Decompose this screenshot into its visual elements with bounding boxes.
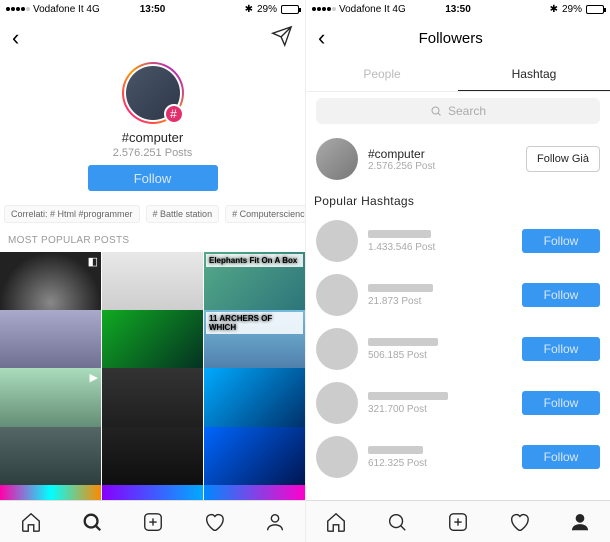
tab-people[interactable]: People	[306, 58, 458, 91]
nav-bar	[0, 500, 305, 542]
phone-right: Vodafone It 4G 13:50 ✱ 29% ‹ Followers P…	[305, 0, 610, 542]
nav-profile-icon[interactable]	[263, 510, 287, 534]
nav-bar	[306, 500, 610, 542]
tab-hashtag[interactable]: Hashtag	[458, 58, 610, 91]
status-bar: Vodafone It 4G 13:50 ✱ 29%	[0, 0, 305, 18]
page-title: Followers	[325, 30, 576, 47]
hashtag-name-redacted	[368, 338, 438, 346]
nav-search-icon[interactable]	[80, 510, 104, 534]
clock: 13:50	[445, 4, 471, 15]
hashtag-row: 612.325 Post Follow	[306, 430, 610, 484]
avatar[interactable]	[316, 436, 358, 478]
status-bar: Vodafone It 4G 13:50 ✱ 29%	[306, 0, 610, 18]
nav-profile-icon[interactable]	[568, 510, 592, 534]
hashtag-post-count: 321.700 Post	[368, 404, 512, 415]
section-label: MOST POPULAR POSTS	[0, 229, 305, 252]
avatar[interactable]	[316, 220, 358, 262]
back-button[interactable]: ‹	[318, 25, 325, 51]
bluetooth-icon: ✱	[550, 4, 558, 15]
section-label: Popular Hashtags	[306, 188, 610, 214]
top-bar: ‹ Followers	[306, 18, 610, 58]
hashtag-post-count: 612.325 Post	[368, 458, 512, 469]
profile-handle: #computer	[122, 130, 183, 145]
hashtag-post-count: 21.873 Post	[368, 296, 512, 307]
nav-add-icon[interactable]	[446, 510, 470, 534]
profile-header: # #computer 2.576.251 Posts Follow	[0, 58, 305, 199]
hashtag-badge-icon: #	[164, 104, 184, 124]
follow-button[interactable]: Follow	[522, 337, 600, 361]
related-chip[interactable]: # Battle station	[146, 205, 220, 223]
related-chip[interactable]: # Computerscience	[225, 205, 305, 223]
hashtag-row: 506.185 Post Follow	[306, 322, 610, 376]
nav-home-icon[interactable]	[19, 510, 43, 534]
avatar[interactable]	[316, 382, 358, 424]
nav-heart-icon[interactable]	[507, 510, 531, 534]
avatar[interactable]: #	[122, 62, 184, 124]
signal-icon	[312, 7, 336, 11]
hashtag-post-count: 506.185 Post	[368, 350, 512, 361]
follower-tabs: People Hashtag	[306, 58, 610, 92]
avatar[interactable]	[316, 328, 358, 370]
related-chip[interactable]: Correlati: # Html #programmer	[4, 205, 140, 223]
follow-button[interactable]: Follow	[522, 229, 600, 253]
phone-left: Vodafone It 4G 13:50 ✱ 29% ‹ # #computer…	[0, 0, 305, 542]
clock: 13:50	[140, 4, 166, 15]
search-input[interactable]: Search	[316, 98, 600, 124]
top-hashtag-row: #computer 2.576.256 Post Follow Già	[306, 130, 610, 188]
signal-icon	[6, 7, 30, 11]
back-button[interactable]: ‹	[12, 25, 19, 51]
battery-icon	[281, 5, 299, 14]
nav-home-icon[interactable]	[324, 510, 348, 534]
nav-heart-icon[interactable]	[202, 510, 226, 534]
carrier-label: Vodafone It 4G	[33, 4, 100, 15]
nav-search-icon[interactable]	[385, 510, 409, 534]
follow-button[interactable]: Follow	[88, 165, 218, 191]
follow-already-button[interactable]: Follow Già	[526, 146, 600, 172]
search-icon	[430, 105, 442, 117]
battery-icon	[586, 5, 604, 14]
battery-pct: 29%	[257, 4, 277, 15]
hashtag-row: 1.433.546 Post Follow	[306, 214, 610, 268]
hashtag-handle: #computer	[368, 147, 516, 161]
avatar[interactable]	[316, 138, 358, 180]
hashtag-name-redacted	[368, 230, 431, 238]
top-bar: ‹	[0, 18, 305, 58]
hashtag-row: 321.700 Post Follow	[306, 376, 610, 430]
follow-button[interactable]: Follow	[522, 283, 600, 307]
hashtag-list: 1.433.546 PostFollow21.873 PostFollow506…	[306, 214, 610, 542]
direct-message-icon[interactable]	[271, 25, 293, 52]
nav-add-icon[interactable]	[141, 510, 165, 534]
video-icon: ▶	[90, 371, 98, 384]
hashtag-name-redacted	[368, 392, 448, 400]
search-placeholder: Search	[448, 104, 486, 118]
follow-button[interactable]: Follow	[522, 445, 600, 469]
battery-pct: 29%	[562, 4, 582, 15]
carousel-icon: ◧	[88, 255, 98, 268]
posts-count: 2.576.251 Posts	[113, 147, 193, 159]
hashtag-posts: 2.576.256 Post	[368, 161, 516, 172]
follow-button[interactable]: Follow	[522, 391, 600, 415]
avatar[interactable]	[316, 274, 358, 316]
hashtag-post-count: 1.433.546 Post	[368, 242, 512, 253]
hashtag-row: 21.873 Post Follow	[306, 268, 610, 322]
bluetooth-icon: ✱	[245, 4, 253, 15]
related-chips: Correlati: # Html #programmer # Battle st…	[0, 199, 305, 229]
carrier-label: Vodafone It 4G	[339, 4, 406, 15]
hashtag-name-redacted	[368, 446, 423, 454]
hashtag-name-redacted	[368, 284, 433, 292]
posts-grid: ◧Elephants Fit On A Box11 ARCHERS OF WHI…	[0, 252, 305, 542]
